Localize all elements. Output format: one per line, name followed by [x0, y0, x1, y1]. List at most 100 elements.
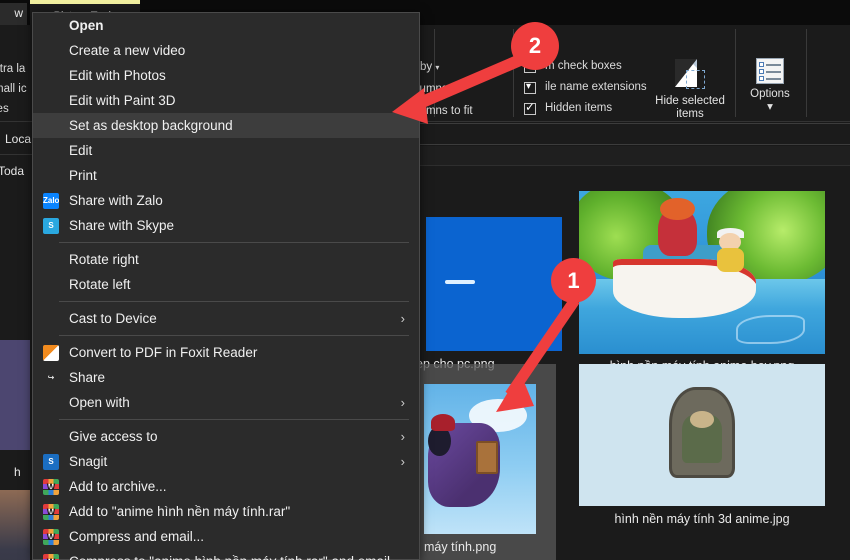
menu-item-label: Set as desktop background — [69, 118, 233, 133]
menu-item-label: Edit — [69, 143, 92, 158]
ribbon-separator-4 — [806, 29, 807, 117]
menu-item-rotate-right[interactable]: Rotate right — [33, 247, 419, 272]
edge-thumbnail-partial-2[interactable] — [0, 490, 30, 560]
label-item-check-boxes[interactable]: m check boxes — [545, 60, 622, 72]
navigation-pane: Loca Toda h hì — [0, 122, 34, 560]
menu-item-label: Add to "anime hình nền máy tính.rar" — [69, 504, 290, 519]
menu-item-print[interactable]: Print — [33, 163, 419, 188]
menu-item-label: Open — [69, 18, 104, 33]
chevron-down-icon: ▾ — [451, 85, 455, 94]
menu-item-label: Edit with Paint 3D — [69, 93, 176, 108]
hide-selected-items-button[interactable]: Hide selected items — [646, 58, 734, 121]
chevron-down-icon: ▾ — [736, 101, 804, 114]
nav-item-local-disk[interactable]: Loca — [5, 132, 31, 146]
zalo-icon: Zalo — [43, 193, 59, 209]
menu-item-compress-and-email[interactable]: Compress and email... — [33, 524, 419, 549]
options-icon — [756, 58, 784, 84]
ribbon-add-columns[interactable]: lumns ▾ — [417, 83, 455, 95]
nav-item-today[interactable]: Toda — [0, 164, 24, 178]
file-thumbnail-0 — [426, 217, 562, 351]
menu-item-label: Add to archive... — [69, 479, 167, 494]
checkbox-file-name-extensions[interactable] — [524, 82, 536, 94]
file-item-3[interactable]: hình nền máy tính 3d anime.jpg — [579, 364, 829, 554]
hide-selected-items-label-line2: items — [646, 108, 734, 121]
ribbon-layout-small-icons[interactable]: mall ic — [0, 83, 27, 95]
menu-separator — [59, 301, 409, 302]
menu-item-label: Share with Skype — [69, 218, 174, 233]
menu-item-set-as-desktop-background[interactable]: Set as desktop background — [33, 113, 419, 138]
label-file-name-extensions[interactable]: ile name extensions — [545, 81, 647, 93]
menu-item-label: Edit with Photos — [69, 68, 166, 83]
ribbon-add-columns-label: lumns — [417, 83, 448, 95]
hide-selected-items-label-line1: Hide selected — [646, 95, 734, 108]
menu-item-label: Snagit — [69, 454, 107, 469]
menu-item-label: Create a new video — [69, 43, 185, 58]
hide-selected-items-icon — [673, 58, 707, 92]
ribbon-sort-by-label: by — [420, 61, 432, 73]
menu-item-open-with[interactable]: Open with › — [33, 390, 419, 415]
file-item-2[interactable]: máy tính.png — [420, 364, 580, 560]
menu-item-convert-to-pdf-in-foxit-reader[interactable]: Convert to PDF in Foxit Reader — [33, 340, 419, 365]
menu-item-rotate-left[interactable]: Rotate left — [33, 272, 419, 297]
context-menu[interactable]: Open Create a new video Edit with Photos Ed… — [32, 12, 420, 560]
ribbon-layout-extra-large-icons[interactable]: xtra la — [0, 63, 25, 75]
ribbon-size-all-columns-to-fit[interactable]: lumns to fit — [417, 105, 473, 117]
skype-icon: S — [43, 218, 59, 234]
menu-item-share-with-skype[interactable]: S Share with Skype — [33, 213, 419, 238]
share-icon: ↪ — [43, 370, 59, 386]
tab-view[interactable]: w — [0, 3, 27, 25]
checkbox-hidden-items[interactable] — [524, 103, 536, 115]
menu-separator — [59, 419, 409, 420]
menu-item-cast-to-device[interactable]: Cast to Device › — [33, 306, 419, 331]
file-name-2: máy tính.png — [424, 540, 584, 554]
screenshot-root: w Picture Tools xtra la mall ic les by ▾… — [0, 0, 850, 560]
menu-item-edit-with-photos[interactable]: Edit with Photos — [33, 63, 419, 88]
nav-divider-1 — [0, 154, 34, 155]
ribbon-layout-tiles[interactable]: les — [0, 103, 9, 115]
menu-item-give-access-to[interactable]: Give access to› — [33, 424, 419, 449]
edge-thumbnail-partial-1[interactable] — [0, 340, 30, 450]
menu-item-add-to-archive[interactable]: Add to archive... — [33, 474, 419, 499]
menu-item-share[interactable]: ↪ Share — [33, 365, 419, 390]
file-item-1[interactable]: hình nền máy tính anime boy.png — [579, 191, 829, 381]
file-name-3: hình nền máy tính 3d anime.jpg — [579, 512, 825, 526]
menu-item-label: Share — [69, 370, 105, 385]
edge-thumbnail-caption-1: h — [14, 465, 21, 479]
chevron-right-icon: › — [401, 306, 405, 331]
winrar-icon — [43, 504, 59, 520]
file-thumbnail-3 — [579, 364, 825, 506]
options-label: Options — [736, 88, 804, 101]
snagit-icon: S — [43, 454, 59, 470]
menu-item-label: Rotate left — [69, 277, 131, 292]
chevron-right-icon: › — [401, 390, 405, 415]
label-hidden-items[interactable]: Hidden items — [545, 102, 612, 114]
menu-item-edit[interactable]: Edit — [33, 138, 419, 163]
menu-item-snagit[interactable]: S Snagit › — [33, 449, 419, 474]
file-thumbnail-2 — [424, 384, 536, 534]
menu-item-edit-with-paint-3d[interactable]: Edit with Paint 3D — [33, 88, 419, 113]
menu-item-open[interactable]: Open — [33, 13, 419, 38]
annotation-badge-1: 1 — [551, 258, 596, 303]
file-item-0[interactable]: ep cho pc.png — [426, 217, 566, 377]
menu-item-share-with-zalo[interactable]: Zalo Share with Zalo — [33, 188, 419, 213]
ribbon-sort-by[interactable]: by ▾ — [420, 61, 439, 73]
chevron-right-icon: › — [401, 449, 405, 474]
winrar-icon — [43, 554, 59, 560]
menu-separator — [59, 335, 409, 336]
foxit-icon — [43, 345, 59, 361]
menu-item-label: Cast to Device — [69, 311, 157, 326]
menu-item-label: Print — [69, 168, 97, 183]
menu-item-label: Compress to "anime hình nền máy tính.rar… — [69, 554, 390, 560]
menu-item-compress-to-anime-h-nh-n-n-m-y-t-nh-rar-and-email[interactable]: Compress to "anime hình nền máy tính.rar… — [33, 549, 419, 560]
menu-item-label: Compress and email... — [69, 529, 204, 544]
options-button[interactable]: Options ▾ — [736, 58, 804, 114]
ribbon-separator-1 — [434, 29, 435, 117]
file-thumbnail-1 — [579, 191, 825, 354]
menu-item-label: Share with Zalo — [69, 193, 163, 208]
winrar-icon — [43, 479, 59, 495]
menu-separator — [59, 242, 409, 243]
menu-item-add-to-anime-h-nh-n-n-m-y-t-nh-rar[interactable]: Add to "anime hình nền máy tính.rar" — [33, 499, 419, 524]
menu-item-create-a-new-video[interactable]: Create a new video — [33, 38, 419, 63]
menu-item-label: Open with — [69, 395, 130, 410]
menu-item-label: Rotate right — [69, 252, 139, 267]
